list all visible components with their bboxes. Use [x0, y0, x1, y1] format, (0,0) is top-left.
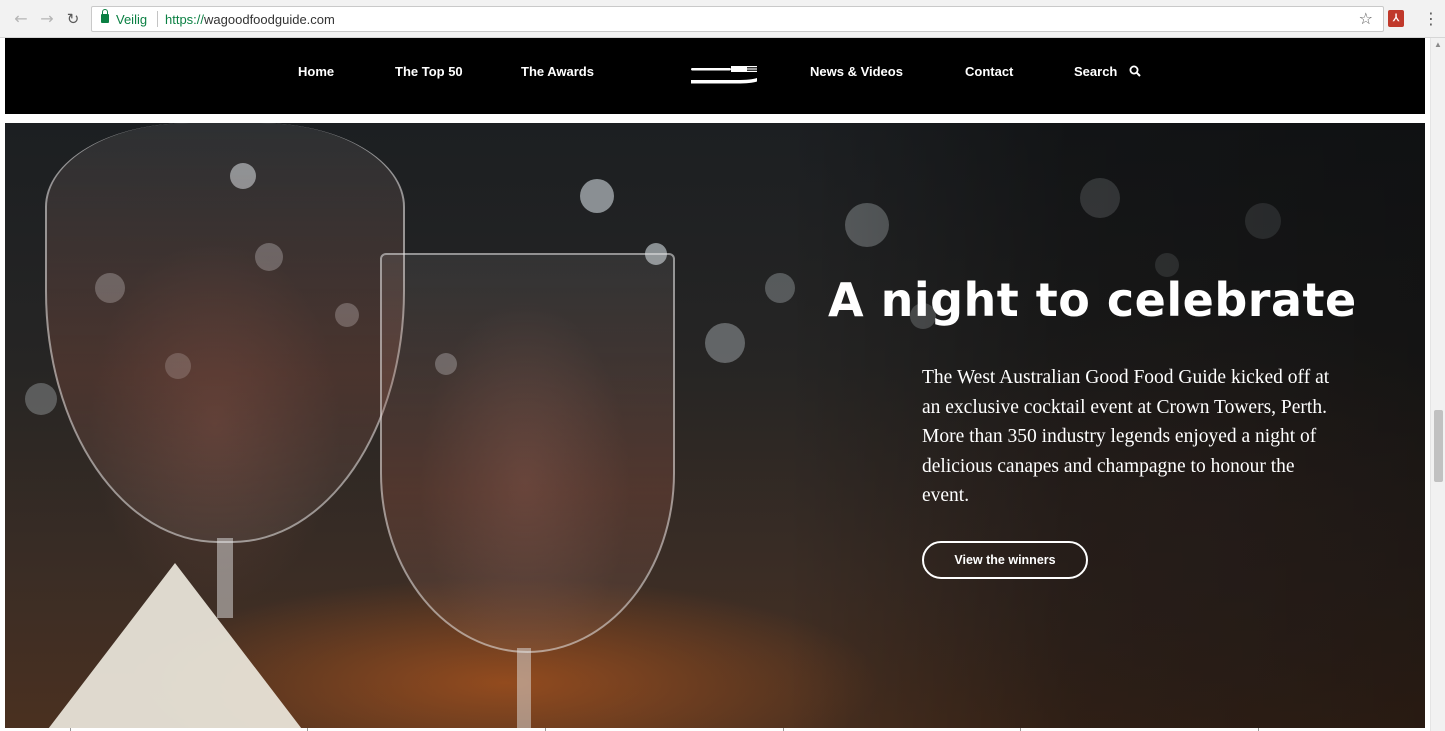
- scroll-thumb[interactable]: [1434, 410, 1443, 482]
- menu-kebab-icon[interactable]: ⋮: [1423, 9, 1439, 28]
- address-bar[interactable]: Veilig https://wagoodfoodguide.com ☆: [91, 6, 1384, 32]
- nav-news-videos[interactable]: News & Videos: [810, 64, 903, 79]
- lock-icon: [101, 9, 109, 23]
- browser-toolbar: ← → ↻ Veilig https://wagoodfoodguide.com…: [0, 0, 1445, 38]
- nav-awards[interactable]: The Awards: [521, 64, 594, 79]
- hero-description: The West Australian Good Food Guide kick…: [922, 367, 1330, 506]
- forward-arrow-icon[interactable]: →: [38, 10, 56, 28]
- hero-title: A night to celebrate: [828, 273, 1357, 327]
- nav-search[interactable]: Search: [1074, 64, 1117, 79]
- secure-label: Veilig: [116, 12, 148, 27]
- nav-top-50[interactable]: The Top 50: [395, 64, 463, 79]
- view-winners-button[interactable]: View the winners: [922, 541, 1088, 579]
- search-icon[interactable]: [1129, 65, 1141, 77]
- url-host: wagoodfoodguide.com: [204, 12, 335, 27]
- hero-banner: A night to celebrate The West Australian…: [5, 123, 1425, 728]
- site-header: Home The Top 50 The Awards News & Videos…: [5, 38, 1425, 114]
- back-arrow-icon[interactable]: ←: [12, 10, 30, 28]
- url-text[interactable]: https://wagoodfoodguide.com: [165, 12, 335, 27]
- page-viewport: Home The Top 50 The Awards News & Videos…: [0, 38, 1445, 731]
- nav-contact[interactable]: Contact: [965, 64, 1013, 79]
- cutlery-logo-icon[interactable]: [691, 62, 757, 88]
- pdf-extension-icon[interactable]: ⅄: [1388, 10, 1404, 27]
- address-separator: [157, 11, 158, 27]
- reload-icon[interactable]: ↻: [64, 10, 82, 28]
- scroll-up-arrow-icon[interactable]: ▲: [1434, 40, 1442, 49]
- url-scheme: https://: [165, 12, 205, 27]
- nav-home[interactable]: Home: [298, 64, 334, 79]
- bookmark-star-icon[interactable]: ☆: [1359, 9, 1373, 28]
- page-scrollbar[interactable]: ▲: [1430, 38, 1445, 731]
